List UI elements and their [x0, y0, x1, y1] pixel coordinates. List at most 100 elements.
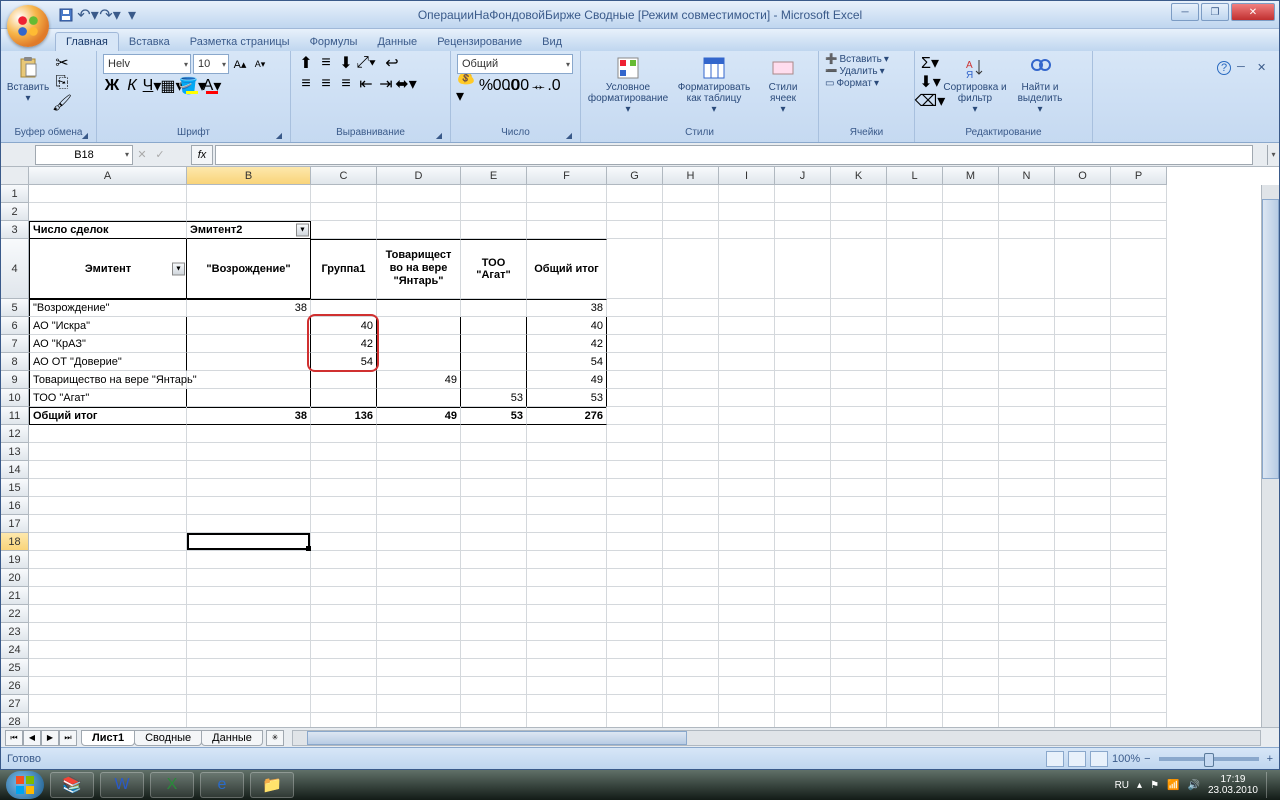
cell[interactable] [1055, 497, 1111, 515]
cell[interactable]: ТОО "Агат" [29, 389, 187, 407]
cell[interactable] [607, 677, 663, 695]
cell[interactable] [775, 299, 831, 317]
cell[interactable] [943, 623, 999, 641]
cell[interactable] [607, 551, 663, 569]
cell[interactable] [663, 587, 719, 605]
cell[interactable] [887, 221, 943, 239]
ribbon-tab-разметка страницы[interactable]: Разметка страницы [180, 33, 300, 51]
cell[interactable] [527, 461, 607, 479]
cell[interactable] [607, 659, 663, 677]
filter-dropdown-icon[interactable]: ▼ [172, 262, 185, 275]
cell[interactable]: 40 [527, 317, 607, 335]
fx-button[interactable]: fx [191, 145, 213, 165]
row-header[interactable]: 22 [1, 605, 29, 623]
cell[interactable] [999, 317, 1055, 335]
delete-cells-button[interactable]: ➖Удалить▾ [825, 66, 885, 77]
cell[interactable] [377, 353, 461, 371]
cell[interactable] [1055, 641, 1111, 659]
cell[interactable] [461, 497, 527, 515]
cell[interactable] [1111, 533, 1167, 551]
cell[interactable] [311, 497, 377, 515]
cell[interactable] [29, 515, 187, 533]
cell[interactable] [999, 569, 1055, 587]
minimize-button[interactable]: ─ [1171, 3, 1199, 21]
cell[interactable] [377, 407, 461, 425]
cell[interactable] [887, 479, 943, 497]
cell[interactable] [775, 641, 831, 659]
cell[interactable] [461, 317, 527, 335]
row-header[interactable]: 4 [1, 239, 29, 299]
cell[interactable]: 49 [527, 371, 607, 389]
cell[interactable] [1055, 407, 1111, 425]
cell[interactable] [999, 551, 1055, 569]
cell[interactable] [719, 569, 775, 587]
cell[interactable] [719, 641, 775, 659]
cell[interactable] [663, 317, 719, 335]
cell[interactable] [663, 551, 719, 569]
cell[interactable] [311, 659, 377, 677]
cell[interactable] [663, 515, 719, 533]
cell[interactable] [311, 461, 377, 479]
cell[interactable] [1055, 335, 1111, 353]
font-color-icon[interactable]: A▾ [203, 77, 221, 95]
cell[interactable] [527, 443, 607, 461]
cell[interactable] [1111, 299, 1167, 317]
cell[interactable] [999, 185, 1055, 203]
cell-styles-button[interactable]: Стили ячеек▾ [759, 54, 807, 115]
increase-indent-icon[interactable]: ⇥ [377, 75, 395, 93]
sheet-nav-next-icon[interactable]: ▶ [41, 730, 59, 746]
cell[interactable] [663, 713, 719, 727]
cell[interactable] [999, 371, 1055, 389]
cell[interactable] [29, 407, 187, 425]
cell[interactable] [775, 389, 831, 407]
cell[interactable] [311, 299, 377, 317]
cell[interactable] [311, 407, 377, 425]
copy-icon[interactable]: ⎘ [53, 74, 71, 92]
cell[interactable] [377, 695, 461, 713]
cell[interactable] [527, 641, 607, 659]
cell[interactable] [943, 185, 999, 203]
cell[interactable] [377, 221, 461, 239]
cell[interactable] [187, 551, 311, 569]
cell[interactable] [1055, 353, 1111, 371]
cell[interactable] [187, 587, 311, 605]
cell[interactable] [943, 659, 999, 677]
cell[interactable] [775, 497, 831, 515]
cell[interactable] [527, 587, 607, 605]
cell[interactable] [999, 461, 1055, 479]
cell[interactable] [527, 497, 607, 515]
cell[interactable] [831, 407, 887, 425]
cell[interactable] [187, 641, 311, 659]
cell[interactable] [831, 221, 887, 239]
cell[interactable] [311, 389, 377, 407]
cell[interactable] [377, 623, 461, 641]
cell[interactable] [461, 641, 527, 659]
merge-icon[interactable]: ⬌▾ [397, 75, 415, 93]
cell[interactable] [461, 623, 527, 641]
cell[interactable] [719, 551, 775, 569]
expand-icon[interactable]: ◢ [274, 131, 284, 141]
cell[interactable] [1111, 677, 1167, 695]
cell[interactable] [663, 677, 719, 695]
cell[interactable] [1111, 497, 1167, 515]
cell[interactable] [607, 623, 663, 641]
cell[interactable] [943, 695, 999, 713]
flag-icon[interactable]: ⚑ [1150, 780, 1159, 791]
cell[interactable] [775, 605, 831, 623]
column-header[interactable]: C [311, 167, 377, 185]
cell[interactable] [719, 389, 775, 407]
cell[interactable] [377, 299, 461, 317]
cell[interactable] [607, 389, 663, 407]
cell[interactable] [29, 299, 187, 317]
expand-icon[interactable]: ◢ [434, 131, 444, 141]
cell[interactable] [663, 497, 719, 515]
column-header[interactable]: P [1111, 167, 1167, 185]
cell[interactable] [187, 443, 311, 461]
cell[interactable] [527, 695, 607, 713]
cell[interactable] [719, 713, 775, 727]
cell[interactable] [831, 497, 887, 515]
align-middle-icon[interactable]: ≡ [317, 54, 335, 72]
cell[interactable] [527, 677, 607, 695]
close-button[interactable]: ✕ [1231, 3, 1275, 21]
cell[interactable] [187, 425, 311, 443]
